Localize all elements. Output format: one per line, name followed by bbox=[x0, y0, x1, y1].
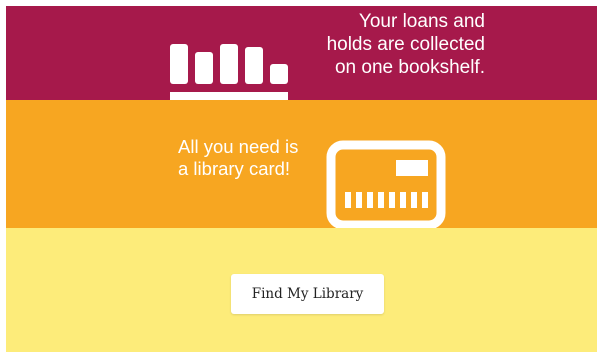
bookshelf-headline: Your loans and holds are collected on on… bbox=[326, 11, 485, 78]
find-my-library-button[interactable]: Find My Library bbox=[231, 274, 384, 314]
promo-panel: Your loans and holds are collected on on… bbox=[6, 6, 597, 352]
library-card-icon bbox=[326, 140, 446, 230]
bookshelf-section: Your loans and holds are collected on on… bbox=[6, 6, 597, 100]
library-card-section: All you need is a library card! bbox=[6, 100, 597, 228]
bookshelf-icon bbox=[170, 44, 288, 100]
